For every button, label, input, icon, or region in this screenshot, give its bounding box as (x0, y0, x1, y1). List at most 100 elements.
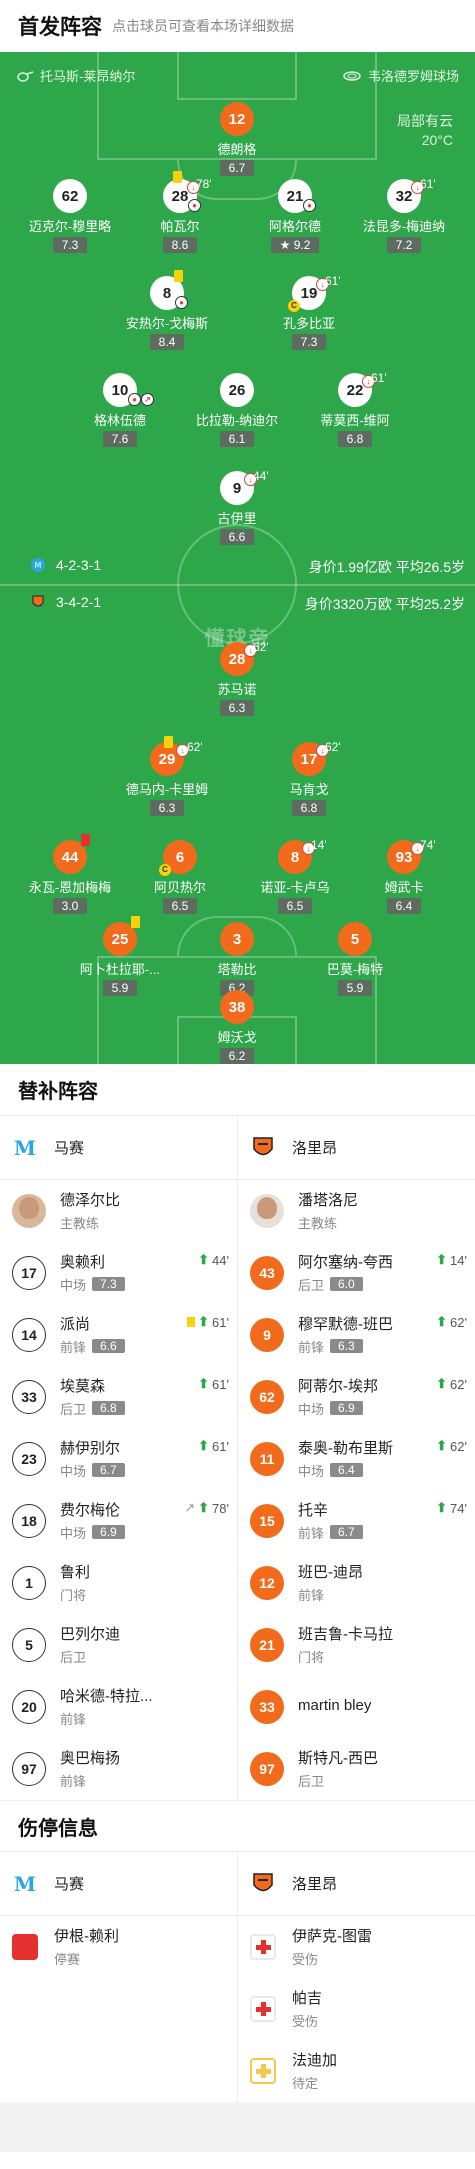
away-coach[interactable]: 潘塔洛尼 主教练 (238, 1180, 475, 1242)
player-name: 塔勒比 (217, 962, 257, 977)
sub-row[interactable]: 43 阿尔塞纳-夸西 后卫 6.0 ⬆ 14' (238, 1242, 475, 1304)
sub-row[interactable]: 33 埃莫森 后卫 6.8 ⬆ 61' (0, 1366, 237, 1428)
sub-row[interactable]: 21 班吉鲁-卡马拉 门将 (238, 1614, 475, 1676)
injury-row[interactable]: 伊根-赖利 停赛 (0, 1916, 237, 1978)
player-number: 62 (250, 1380, 284, 1414)
player-rating: 6.8 (291, 800, 327, 816)
sub-row[interactable]: 5 巴列尔迪 后卫 (0, 1614, 237, 1676)
away-player-3[interactable]: 3 塔勒比 6.2 (177, 922, 297, 997)
home-player-19[interactable]: 19 ↓ C 61' 孔多比亚 7.3 (249, 274, 369, 351)
sub-in-icon: ⬆ (198, 1252, 210, 1267)
sub-row[interactable]: 18 费尔梅伦 中场 6.9 ↗ ⬆ 78' (0, 1490, 237, 1552)
player-number: 8 ↓ (278, 840, 315, 874)
player-number: 6 C (159, 840, 197, 876)
away-player-93[interactable]: 93 ↓ 74' 姆武卡 6.4 (344, 838, 464, 915)
sub-row[interactable]: 62 阿蒂尔-埃邦 中场 6.9 ⬆ 62' (238, 1366, 475, 1428)
home-player-9[interactable]: 9 ↓ 44' 古伊里 6.6 (177, 469, 297, 546)
red-card-icon (12, 1934, 38, 1960)
sub-time: 61' (212, 1438, 229, 1454)
sub-row[interactable]: 33 martin bley (238, 1676, 475, 1738)
player-name: 阿格尔德 (268, 219, 321, 234)
home-player-26[interactable]: 26 比拉勒-纳迪尔 6.1 (177, 373, 297, 448)
away-player-29[interactable]: 29 ↓ 62' 德马内-卡里姆 6.3 (107, 736, 227, 817)
player-number: 1 (12, 1566, 46, 1600)
home-coach[interactable]: 德泽尔比 主教练 (0, 1180, 237, 1242)
away-player-17[interactable]: 17 ↓ 62' 马肯戈 6.8 (249, 740, 369, 817)
doubtful-cross-icon (250, 2058, 276, 2084)
svg-text:M: M (14, 1136, 36, 1160)
away-player-44[interactable]: 44 永瓦-恩加梅梅 3.0 (10, 834, 130, 915)
sub-time: 14' (311, 838, 327, 852)
stadium-icon (343, 70, 361, 81)
away-player-38[interactable]: 38 姆沃戈 6.2 (177, 990, 297, 1064)
away-player-28[interactable]: 28 ↓ 62' 苏马诺 6.3 (177, 640, 297, 717)
sub-row[interactable]: 11 泰奥-勒布里斯 中场 6.4 ⬆ 62' (238, 1428, 475, 1490)
player-name: 法迪加 (292, 2051, 338, 2069)
player-position: 中场 (298, 1401, 325, 1417)
player-name: 班吉鲁-卡马拉 (298, 1625, 393, 1643)
away-player-8[interactable]: 8 ↓ 14' 诺亚-卡卢乌 6.5 (235, 838, 355, 915)
assist-icon: ↗ (184, 1500, 196, 1515)
injury-status: 待定 (292, 2075, 319, 2091)
home-player-12[interactable]: 12 德朗格 6.7 (177, 102, 297, 177)
yellow-card-icon (174, 270, 183, 282)
sub-time: 61' (420, 177, 436, 191)
sub-time: 78' (212, 1500, 229, 1516)
sub-row[interactable]: 14 派尚 前锋 6.6 ⬆ 61' (0, 1304, 237, 1366)
player-number: 21 (250, 1628, 284, 1662)
player-number: 5 (12, 1628, 46, 1662)
away-player-25[interactable]: 25 阿卜杜拉耶-... 5.9 (60, 916, 180, 997)
player-number: 38 (220, 990, 254, 1024)
player-name: 阿卜杜拉耶-... (79, 962, 161, 977)
lineup-subtitle: 点击球员可查看本场详细数据 (112, 18, 294, 34)
sub-row[interactable]: 12 班巴-迪昂 前锋 (238, 1552, 475, 1614)
yellow-card-icon (187, 1317, 196, 1327)
home-player-32[interactable]: 32 ↓ 61' 法昆多-梅迪纳 7.2 (344, 177, 464, 254)
player-rating: 6.1 (219, 431, 255, 447)
player-number: 33 (12, 1380, 46, 1414)
home-player-22[interactable]: 22 ↓ 61' 蒂莫西-维阿 6.8 (295, 371, 415, 448)
venue-indicator: 韦洛德罗姆球场 (342, 66, 459, 85)
player-name: 班巴-迪昂 (298, 1563, 363, 1581)
player-rating: 6.3 (330, 1339, 363, 1353)
team-name: 洛里昂 (292, 1140, 338, 1157)
player-name: 费尔梅伦 (60, 1501, 121, 1519)
player-name: 孔多比亚 (282, 316, 335, 331)
player-number: 23 (12, 1442, 46, 1476)
sub-row[interactable]: 97 奥巴梅扬 前锋 (0, 1738, 237, 1800)
home-player-10[interactable]: 10 ● ↗ 格林伍德 7.6 (60, 373, 180, 448)
player-position: 后卫 (60, 1401, 87, 1417)
player-name: 阿贝热尔 (153, 880, 206, 895)
yellow-card-icon (173, 171, 182, 183)
player-rating: ★ 9.2 (270, 237, 320, 253)
home-player-62[interactable]: 62 迈克尔-穆里略 7.3 (10, 179, 130, 254)
home-player-21[interactable]: 21 ● 阿格尔德 ★ 9.2 (235, 179, 355, 254)
away-injuries: 洛里昂 伊萨克-图雷 受伤 帕吉 受伤 法迪加 待定 (238, 1852, 475, 2102)
sub-row[interactable]: 23 赫伊别尔 中场 6.7 ⬆ 61' (0, 1428, 237, 1490)
player-rating: 6.9 (92, 1525, 125, 1539)
away-player-5[interactable]: 5 巴莫-梅特 5.9 (295, 922, 415, 997)
sub-row[interactable]: 97 斯特凡-西巴 后卫 (238, 1738, 475, 1800)
injury-row[interactable]: 法迪加 待定 (238, 2040, 475, 2102)
sub-row[interactable]: 1 鲁利 门将 (0, 1552, 237, 1614)
away-player-6[interactable]: 6 C 阿贝热尔 6.5 (120, 840, 240, 915)
home-player-8[interactable]: 8 ● 安热尔-戈梅斯 8.4 (107, 270, 227, 351)
team-name: 马赛 (54, 1876, 85, 1893)
player-number: 28 ↓ ● (163, 171, 201, 213)
player-name: 托辛 (298, 1501, 329, 1519)
injury-status: 停赛 (54, 1951, 81, 1967)
injury-row[interactable]: 帕吉 受伤 (238, 1978, 475, 2040)
player-position: 中场 (60, 1525, 87, 1541)
player-name: 迈克尔-穆里略 (28, 219, 112, 234)
home-player-28[interactable]: 28 ↓ ● 78' 帕瓦尔 8.6 (120, 171, 240, 254)
player-rating: 6.7 (219, 160, 255, 176)
player-name: 诺亚-卡卢乌 (260, 880, 330, 895)
sub-row[interactable]: 17 奥赖利 中场 7.3 ⬆ 44' (0, 1242, 237, 1304)
injury-row[interactable]: 伊萨克-图雷 受伤 (238, 1916, 475, 1978)
player-name: 奥巴梅扬 (60, 1749, 121, 1767)
sub-row[interactable]: 9 穆罕默德-班巴 前锋 6.3 ⬆ 62' (238, 1304, 475, 1366)
sub-row[interactable]: 15 托辛 前锋 6.7 ⬆ 74' (238, 1490, 475, 1552)
sub-row[interactable]: 20 哈米德-特拉... 前锋 (0, 1676, 237, 1738)
lineup-header: 首发阵容 点击球员可查看本场详细数据 (0, 0, 475, 52)
player-position: 后卫 (298, 1773, 325, 1789)
